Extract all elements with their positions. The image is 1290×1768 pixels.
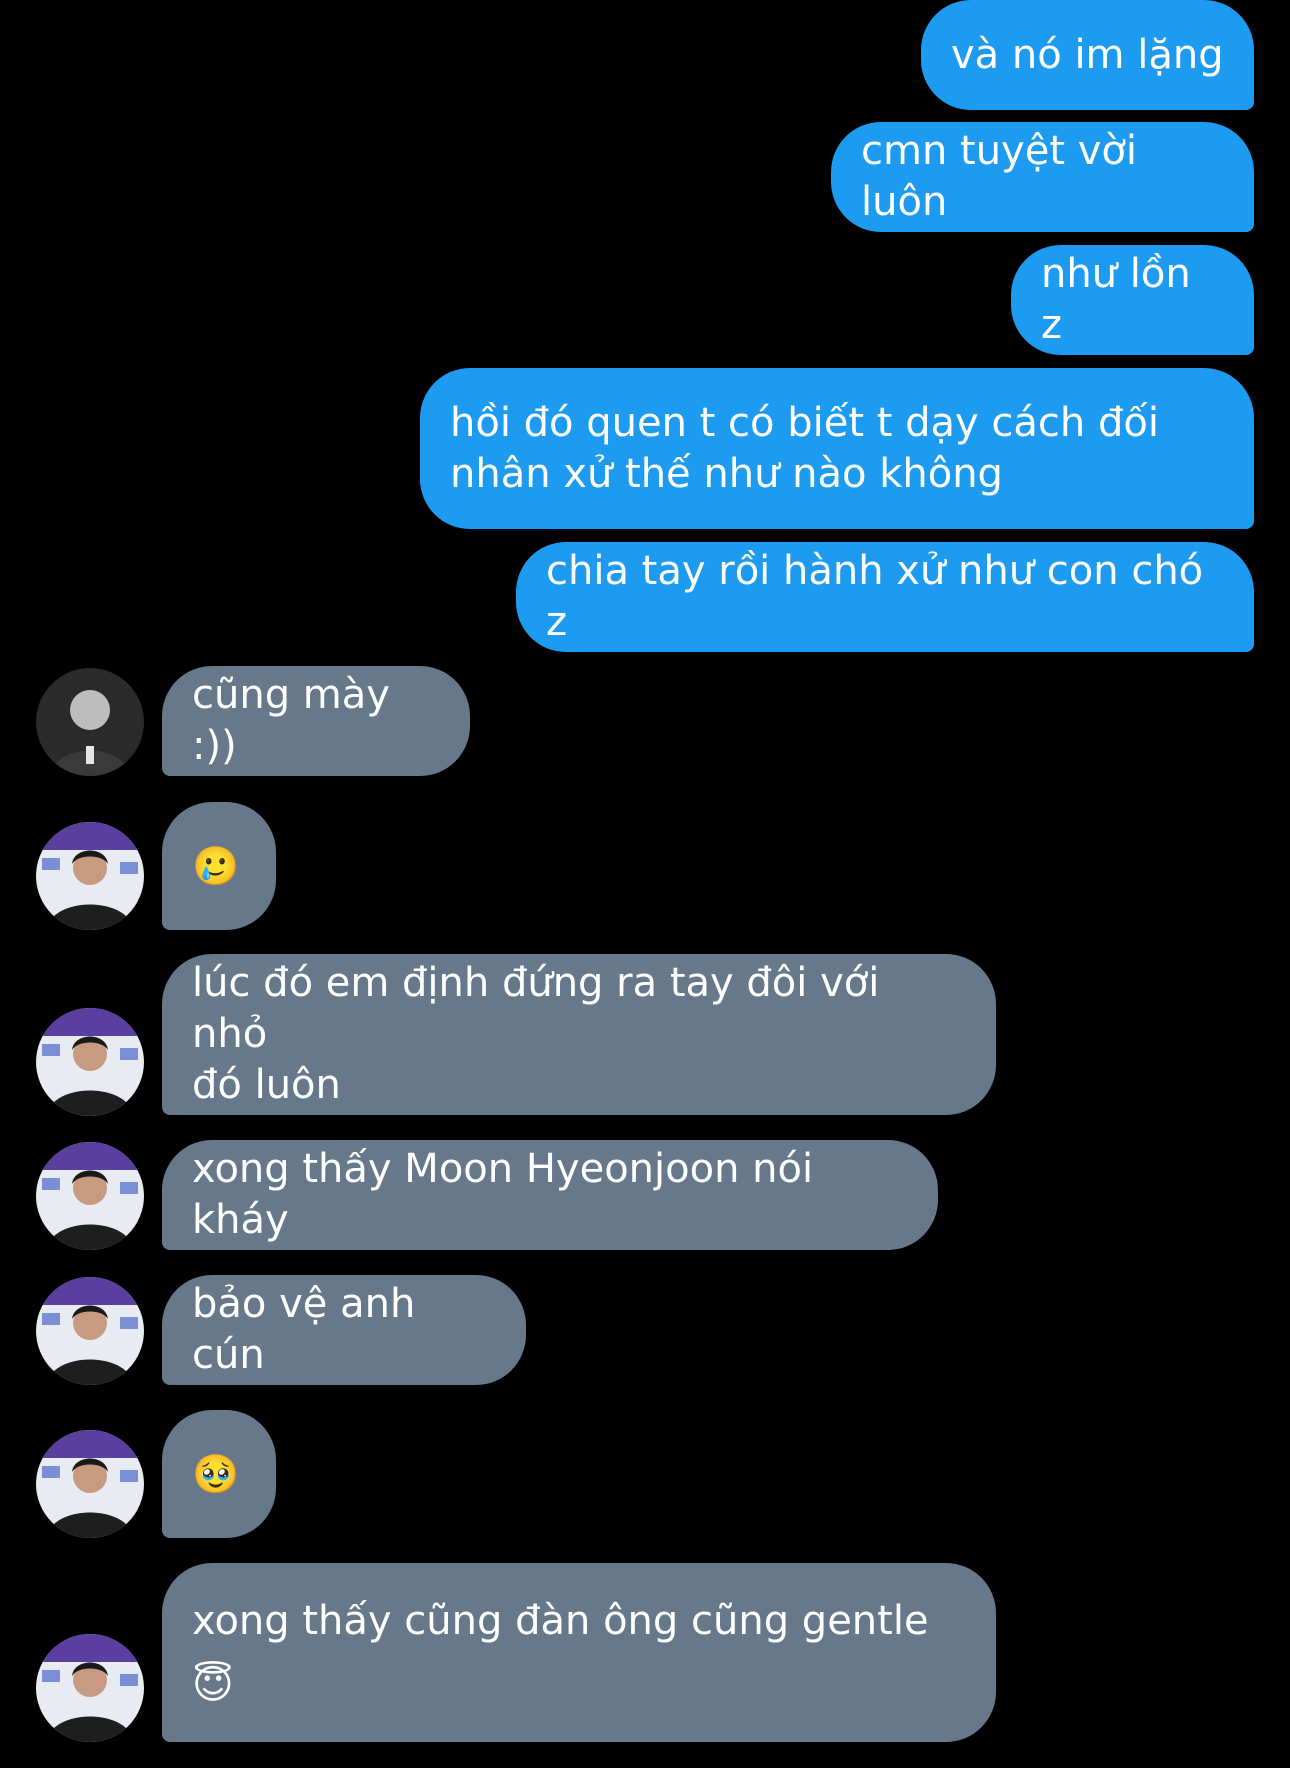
- outgoing-message[interactable]: chia tay rồi hành xử như con chó z: [516, 542, 1254, 652]
- incoming-message[interactable]: 🥹: [162, 1410, 276, 1538]
- incoming-message[interactable]: lúc đó em định đứng ra tay đôi với nhỏ đ…: [162, 954, 996, 1115]
- message-text: như lồn z: [1041, 251, 1204, 348]
- interview-photo-avatar[interactable]: [36, 1142, 144, 1250]
- smiling-tear-emoji: 🥲: [192, 843, 240, 888]
- interview-photo-avatar[interactable]: [36, 1008, 144, 1116]
- outgoing-message[interactable]: hồi đó quen t có biết t dạy cách đối nhâ…: [420, 368, 1254, 529]
- message-text: cũng mày :)): [192, 672, 403, 769]
- incoming-message[interactable]: cũng mày :)): [162, 666, 470, 776]
- message-text: và nó im lặng: [951, 31, 1224, 78]
- incoming-message[interactable]: xong thấy Moon Hyeonjoon nói kháy: [162, 1140, 938, 1250]
- message-text: hồi đó quen t có biết t dạy cách đối nhâ…: [450, 399, 1159, 497]
- outgoing-message[interactable]: cmn tuyệt vời luôn: [831, 122, 1254, 232]
- message-text: cmn tuyệt vời luôn: [861, 128, 1150, 225]
- interview-photo-avatar[interactable]: [36, 1430, 144, 1538]
- message-text: lúc đó em định đứng ra tay đôi với nhỏ đ…: [192, 960, 880, 1108]
- incoming-message[interactable]: xong thấy cũng đàn ông cũng gentle 😇: [162, 1563, 996, 1742]
- pleading-face-emoji: 🥹: [192, 1451, 240, 1496]
- interview-photo-avatar[interactable]: [36, 822, 144, 930]
- grayscale-photo-avatar[interactable]: [36, 668, 144, 776]
- incoming-message[interactable]: bảo vệ anh cún: [162, 1275, 526, 1385]
- interview-photo-avatar[interactable]: [36, 1634, 144, 1742]
- message-text: bảo vệ anh cún: [192, 1281, 429, 1378]
- message-text: xong thấy Moon Hyeonjoon nói kháy: [192, 1146, 826, 1243]
- message-text: chia tay rồi hành xử như con chó z: [546, 548, 1216, 645]
- interview-photo-avatar[interactable]: [36, 1277, 144, 1385]
- incoming-message[interactable]: 🥲: [162, 802, 276, 930]
- message-text: xong thấy cũng đàn ông cũng gentle 😇: [192, 1597, 929, 1708]
- outgoing-message[interactable]: và nó im lặng: [921, 0, 1254, 110]
- outgoing-message[interactable]: như lồn z: [1011, 245, 1254, 355]
